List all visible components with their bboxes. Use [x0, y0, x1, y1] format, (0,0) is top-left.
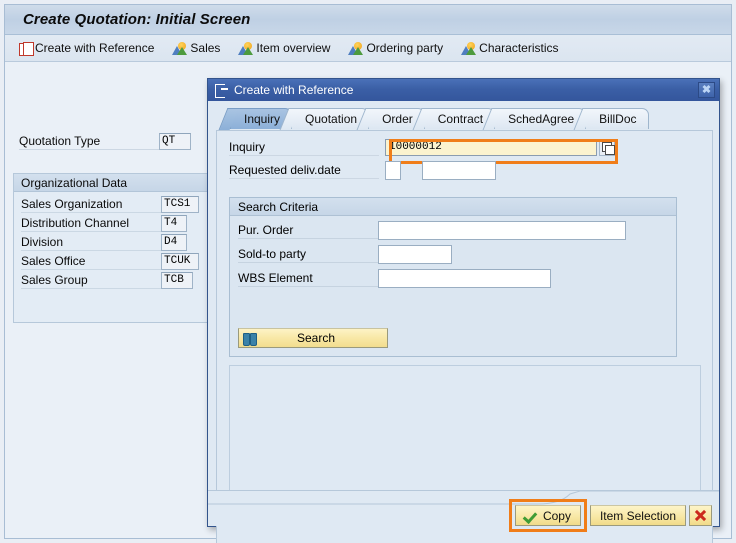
tab-label: BillDoc — [599, 112, 637, 126]
dialog-titlebar: Create with Reference ✖ — [208, 79, 719, 101]
sales-organization-input[interactable]: TCS1 — [161, 196, 199, 213]
tab-label: SchedAgree — [508, 112, 575, 126]
main-toolbar: Create with Reference Sales Item overvie… — [5, 35, 731, 62]
matchcode-lookup-icon[interactable] — [599, 139, 615, 156]
sold-to-party-input[interactable] — [378, 245, 452, 264]
copy-button-label: Copy — [542, 508, 571, 523]
close-icon[interactable]: ✖ — [698, 82, 715, 98]
toolbar-sales[interactable]: Sales — [172, 41, 220, 55]
check-icon — [525, 510, 538, 521]
copy-highlight-box: Copy — [508, 499, 587, 532]
dialog-title: Create with Reference — [234, 83, 354, 97]
search-criteria-header: Search Criteria — [230, 198, 676, 216]
table-row: Sales Organization TCS1 — [21, 195, 216, 214]
quotation-type-label: Quotation Type — [19, 133, 159, 150]
table-row: Sales Office TCUK — [21, 252, 216, 271]
toolbar-label: Item overview — [256, 41, 331, 55]
pur-order-input[interactable] — [378, 221, 626, 240]
table-row: Division D4 — [21, 233, 216, 252]
document-reference-icon — [19, 41, 34, 56]
app-root: Create Quotation: Initial Screen Create … — [0, 0, 736, 543]
division-label: Division — [21, 234, 161, 251]
toolbar-label: Characteristics — [479, 41, 559, 55]
organizational-data-rows: Sales Organization TCS1 Distribution Cha… — [14, 192, 216, 290]
toolbar-ordering-party[interactable]: Ordering party — [348, 41, 443, 55]
requested-deliv-date-operator-input[interactable] — [385, 161, 401, 180]
tab-label: Inquiry — [244, 112, 281, 126]
page-title: Create Quotation: Initial Screen — [23, 11, 251, 28]
dialog-footer-buttons: Copy Item Selection — [508, 499, 712, 532]
toolbar-create-with-reference[interactable]: Create with Reference — [19, 41, 155, 56]
wbs-element-input[interactable] — [378, 269, 551, 288]
landscape-icon — [461, 41, 477, 55]
item-selection-button[interactable]: Item Selection — [589, 505, 686, 526]
sales-group-input[interactable]: TCB — [161, 272, 193, 289]
table-row: Distribution Channel T4 — [21, 214, 216, 233]
create-with-reference-icon — [215, 84, 229, 98]
tab-label: Quotation — [305, 112, 358, 126]
quotation-type-input[interactable]: QT — [159, 133, 191, 150]
division-input[interactable]: D4 — [161, 234, 187, 251]
inquiry-row: Inquiry 10000012 — [229, 139, 618, 164]
toolbar-characteristics[interactable]: Characteristics — [461, 41, 559, 55]
toolbar-label: Create with Reference — [35, 41, 155, 55]
table-row: Pur. Order — [238, 221, 676, 240]
distribution-channel-label: Distribution Channel — [21, 215, 161, 232]
landscape-icon — [348, 41, 364, 55]
distribution-channel-input[interactable]: T4 — [161, 215, 187, 232]
cancel-button[interactable] — [689, 505, 712, 526]
requested-deliv-date-label: Requested deliv.date — [229, 162, 379, 179]
organizational-data-header: Organizational Data — [14, 174, 216, 192]
sales-group-label: Sales Group — [21, 272, 161, 289]
requested-deliv-date-input[interactable] — [422, 161, 496, 180]
table-row: Sold-to party — [238, 245, 676, 264]
sold-to-party-label: Sold-to party — [238, 246, 378, 263]
dialog-tabstrip: Inquiry Quotation Order Contract SchedAg… — [208, 107, 719, 129]
dialog-body: Inquiry 10000012 Requested deliv.date Se… — [216, 130, 713, 543]
tab-label: Contract — [437, 112, 484, 126]
sales-office-input[interactable]: TCUK — [161, 253, 199, 270]
landscape-icon — [172, 41, 188, 55]
binoculars-icon — [243, 332, 257, 346]
inquiry-input[interactable]: 10000012 — [385, 139, 597, 156]
dialog-footer: Copy Item Selection — [208, 490, 719, 532]
table-row: WBS Element — [238, 269, 676, 288]
search-button[interactable]: Search — [238, 328, 388, 348]
sales-office-label: Sales Office — [21, 253, 161, 270]
inquiry-label: Inquiry — [229, 139, 379, 156]
toolbar-label: Ordering party — [366, 41, 444, 55]
main-titlebar: Create Quotation: Initial Screen — [5, 5, 731, 35]
create-with-reference-dialog: Create with Reference ✖ Inquiry Quotatio… — [207, 78, 720, 543]
toolbar-item-overview[interactable]: Item overview — [238, 41, 330, 55]
tab-billdoc[interactable]: BillDoc — [585, 108, 649, 129]
close-x-icon — [694, 509, 707, 522]
pur-order-label: Pur. Order — [238, 222, 378, 239]
toolbar-label: Sales — [190, 41, 221, 55]
organizational-data-panel: Organizational Data Sales Organization T… — [13, 173, 217, 323]
search-button-label: Search — [296, 331, 336, 345]
sales-organization-label: Sales Organization — [21, 196, 161, 213]
item-selection-label: Item Selection — [599, 508, 676, 523]
tab-schedagree[interactable]: SchedAgree — [494, 108, 587, 129]
search-criteria-panel: Search Criteria Pur. Order Sold-to party… — [229, 197, 677, 357]
quotation-type-row: Quotation Type QT — [19, 133, 199, 150]
landscape-icon — [238, 41, 254, 55]
wbs-element-label: WBS Element — [238, 270, 378, 287]
tab-label: Order — [382, 112, 413, 126]
requested-deliv-date-row: Requested deliv.date — [229, 161, 496, 180]
copy-button[interactable]: Copy — [514, 505, 581, 526]
table-row: Sales Group TCB — [21, 271, 216, 290]
